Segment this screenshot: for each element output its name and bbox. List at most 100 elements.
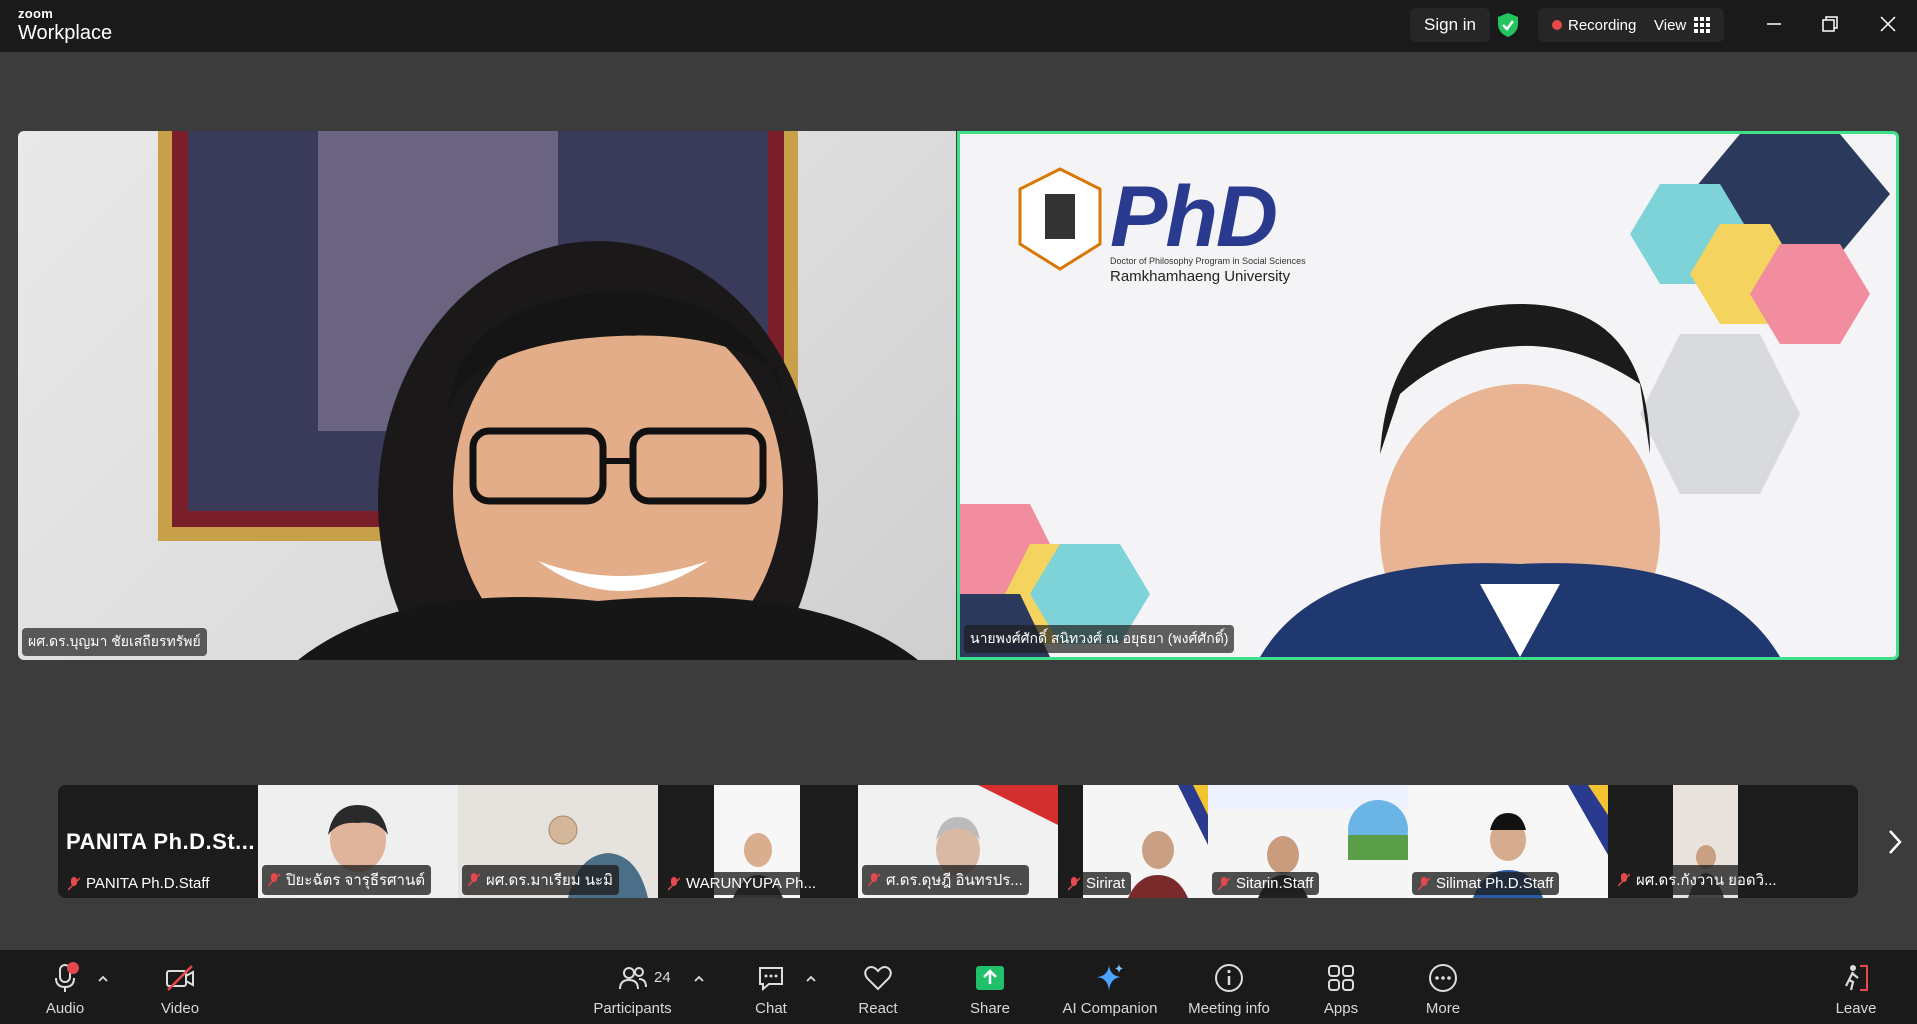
- logo-zoom: zoom: [18, 6, 54, 21]
- react-button[interactable]: React: [853, 950, 903, 1024]
- zoom-logo: zoom Workplace: [18, 7, 112, 45]
- participant-name-label: นายพงศ์ศักดิ์ สนิทวงศ์ ณ อยุธยา (พงศ์ศัก…: [964, 625, 1235, 653]
- video-frame-image: [960, 134, 1890, 657]
- participant-name-label: ผศ.ดร.บุญมา ชัยเสถียรทรัพย์: [22, 628, 207, 656]
- participant-tile[interactable]: Silimat Ph.D.Staff: [1408, 785, 1608, 898]
- participant-name-label: Silimat Ph.D.Staff: [1412, 872, 1560, 895]
- more-icon: [1429, 964, 1457, 992]
- participant-name-label: ปิยะฉัตร จารุธีรศานต์: [262, 865, 431, 895]
- leave-label: Leave: [1835, 1000, 1877, 1017]
- participant-name-text: ศ.ดร.ดุษฎี อินทรปร...: [886, 872, 1023, 889]
- participant-tile[interactable]: ศ.ดร.ดุษฎี อินทรปร...: [858, 785, 1058, 898]
- participant-name-text: Silimat Ph.D.Staff: [1436, 875, 1554, 892]
- participant-tile[interactable]: WARUNYUPA Ph...: [658, 785, 858, 898]
- participant-tile[interactable]: ผศ.ดร.กังวาน ยอดวิ...: [1608, 785, 1808, 898]
- participant-name-label: ผศ.ดร.กังวาน ยอดวิ...: [1612, 865, 1783, 895]
- participant-name-text: PANITA Ph.D.Staff: [86, 875, 210, 892]
- participant-avatar-name: PANITA Ph.D.St...: [66, 829, 255, 854]
- phd-slide-logo: PhD Doctor of Philosophy Program in Soci…: [1110, 174, 1306, 285]
- chevron-up-icon[interactable]: [804, 972, 818, 986]
- participants-button[interactable]: Participants: [590, 950, 675, 1024]
- video-frame-image: [158, 131, 918, 660]
- participant-tile[interactable]: Sirirat: [1058, 785, 1208, 898]
- ai-companion-button[interactable]: AI Companion: [1060, 950, 1160, 1024]
- participant-name-text: Sitarin.Staff: [1236, 875, 1314, 892]
- meeting-info-label: Meeting info: [1188, 1000, 1270, 1017]
- participant-name-text: ปิยะฉัตร จารุธีรศานต์: [286, 872, 425, 889]
- mic-muted-icon: [868, 873, 880, 887]
- participant-name-label: WARUNYUPA Ph...: [662, 872, 823, 895]
- participant-tile[interactable]: PANITA Ph.D.St... PANITA Ph.D.Staff: [58, 785, 258, 898]
- recording-dot-icon: [1552, 20, 1562, 30]
- encryption-shield-icon[interactable]: [1496, 8, 1520, 42]
- leave-icon: [1845, 965, 1868, 991]
- mic-muted-icon: [1418, 876, 1430, 891]
- meeting-info-button[interactable]: Meeting info: [1184, 950, 1274, 1024]
- participant-tile[interactable]: ปิยะฉัตร จารุธีรศานต์: [258, 785, 458, 898]
- mic-muted-icon: [1068, 876, 1080, 891]
- university-name: Ramkhamhaeng University: [1110, 268, 1291, 285]
- mic-muted-icon: [668, 876, 680, 891]
- participant-tile[interactable]: Sitarin.Staff: [1208, 785, 1408, 898]
- participants-icon: [618, 967, 647, 990]
- sparkle-icon: [1097, 964, 1123, 991]
- chat-button[interactable]: Chat: [746, 950, 796, 1024]
- participant-name-label: PANITA Ph.D.Staff: [62, 872, 216, 895]
- mic-icon: [55, 962, 79, 992]
- mic-muted-icon: [268, 873, 280, 887]
- chevron-up-icon[interactable]: [96, 972, 110, 986]
- chat-label: Chat: [755, 1000, 787, 1017]
- grid-icon: [1694, 17, 1711, 33]
- recording-label: Recording: [1568, 16, 1637, 34]
- ai-companion-label: AI Companion: [1062, 1000, 1158, 1017]
- participant-name-text: ผศ.ดร.มาเรียม นะมิ: [486, 872, 613, 889]
- share-label: Share: [969, 1000, 1011, 1017]
- mic-muted-icon: [68, 876, 80, 891]
- chevron-right-icon[interactable]: [1880, 825, 1910, 859]
- view-label: View: [1654, 16, 1687, 34]
- chat-icon: [759, 967, 783, 992]
- title-bar: zoom Workplace Sign in Recording View: [0, 0, 1917, 52]
- leave-button[interactable]: Leave: [1831, 950, 1881, 1024]
- audio-label: Audio: [45, 1000, 85, 1017]
- heart-icon: [864, 966, 892, 991]
- participant-name-label: ศ.ดร.ดุษฎี อินทรปร...: [862, 865, 1029, 895]
- minimize-icon[interactable]: [1762, 12, 1786, 36]
- more-label: More: [1425, 1000, 1461, 1017]
- mic-muted-icon: [1618, 873, 1630, 887]
- mic-muted-icon: [1218, 876, 1230, 891]
- apps-label: Apps: [1323, 1000, 1359, 1017]
- participant-name-text: ผศ.ดร.กังวาน ยอดวิ...: [1636, 872, 1777, 889]
- participant-video-main-left[interactable]: ผศ.ดร.บุญมา ชัยเสถียรทรัพย์: [18, 131, 956, 660]
- restore-icon[interactable]: [1818, 12, 1842, 36]
- video-button[interactable]: Video: [155, 950, 205, 1024]
- chevron-up-icon[interactable]: [692, 972, 706, 986]
- participant-name-label: Sirirat: [1062, 872, 1132, 895]
- apps-button[interactable]: Apps: [1316, 950, 1366, 1024]
- participant-tile[interactable]: ผศ.ดร.มาเรียม นะมิ: [458, 785, 658, 898]
- recording-indicator[interactable]: Recording: [1538, 8, 1651, 42]
- video-label: Video: [160, 1000, 200, 1017]
- sign-in-button[interactable]: Sign in: [1410, 8, 1490, 42]
- close-icon[interactable]: [1876, 12, 1900, 36]
- meeting-toolbar: Audio Video Participants 24 Chat React S…: [0, 950, 1917, 1024]
- phd-logo-text: PhD: [1110, 169, 1278, 265]
- program-subtitle: Doctor of Philosophy Program in Social S…: [1110, 256, 1306, 266]
- video-off-icon: [166, 965, 194, 991]
- participants-label: Participants: [593, 1000, 672, 1017]
- react-label: React: [858, 1000, 898, 1017]
- participant-name-label: ผศ.ดร.มาเรียม นะมิ: [462, 865, 619, 895]
- participant-name-text: WARUNYUPA Ph...: [686, 875, 817, 892]
- audio-button[interactable]: Audio: [40, 950, 90, 1024]
- view-button[interactable]: View: [1640, 8, 1725, 42]
- info-icon: [1215, 964, 1243, 992]
- share-screen-icon: [976, 966, 1004, 990]
- participants-count: 24: [654, 969, 671, 986]
- logo-workplace: Workplace: [18, 22, 113, 44]
- participant-video-main-right[interactable]: PhD Doctor of Philosophy Program in Soci…: [957, 131, 1899, 660]
- more-button[interactable]: More: [1418, 950, 1468, 1024]
- ramkhamhaeng-emblem: [1018, 167, 1102, 271]
- share-button[interactable]: Share: [965, 950, 1015, 1024]
- participant-name-label: Sitarin.Staff: [1212, 872, 1320, 895]
- participant-name-text: Sirirat: [1086, 875, 1126, 892]
